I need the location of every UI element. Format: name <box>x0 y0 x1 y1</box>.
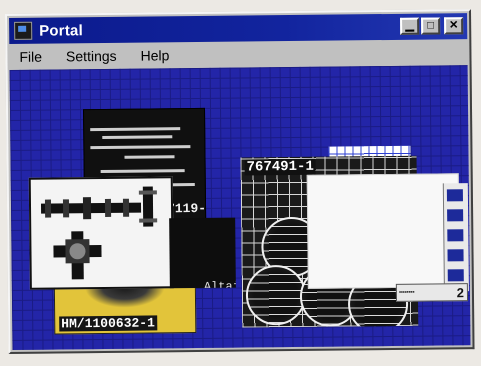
window-controls: ▁ □ ✕ <box>400 17 464 35</box>
window-title: Portal <box>39 21 83 40</box>
maximize-button[interactable]: □ <box>421 17 441 35</box>
minimize-button[interactable]: ▁ <box>400 17 420 35</box>
menu-help[interactable]: Help <box>141 47 170 63</box>
menu-bar: File Settings Help <box>9 41 467 68</box>
close-button[interactable]: ✕ <box>444 17 464 35</box>
strip-caption: ▪▪▪▪▪▪▪▪ <box>398 289 415 296</box>
page-number: 2 <box>456 284 465 300</box>
panel-label-altai: Altai <box>203 279 236 289</box>
app-icon[interactable] <box>14 21 33 40</box>
thumbnail-panel-station[interactable] <box>28 176 174 290</box>
title-bar[interactable]: Portal ▁ □ ✕ <box>9 13 468 44</box>
menu-settings[interactable]: Settings <box>66 48 117 65</box>
blank-document-panel[interactable] <box>306 173 460 289</box>
side-toolbar[interactable] <box>442 183 469 292</box>
page-strip[interactable]: ▪▪▪▪▪▪▪▪ 2 <box>395 283 469 302</box>
menu-file[interactable]: File <box>19 49 42 65</box>
thumbnail-panel-altai[interactable]: Altai <box>169 217 236 289</box>
panel-label-hm: HM/1100632-1 <box>59 315 157 332</box>
workspace-area[interactable]: 7119-1 HM/1100632-1 Altai 767491-1 ▪▪▪▪▪… <box>9 65 471 350</box>
portal-window: Portal ▁ □ ✕ File Settings Help 7119-1 H… <box>5 9 475 354</box>
panel-label-767491: 767491-1 <box>244 158 316 176</box>
globe-icon <box>245 264 307 326</box>
space-station-image <box>40 186 158 280</box>
